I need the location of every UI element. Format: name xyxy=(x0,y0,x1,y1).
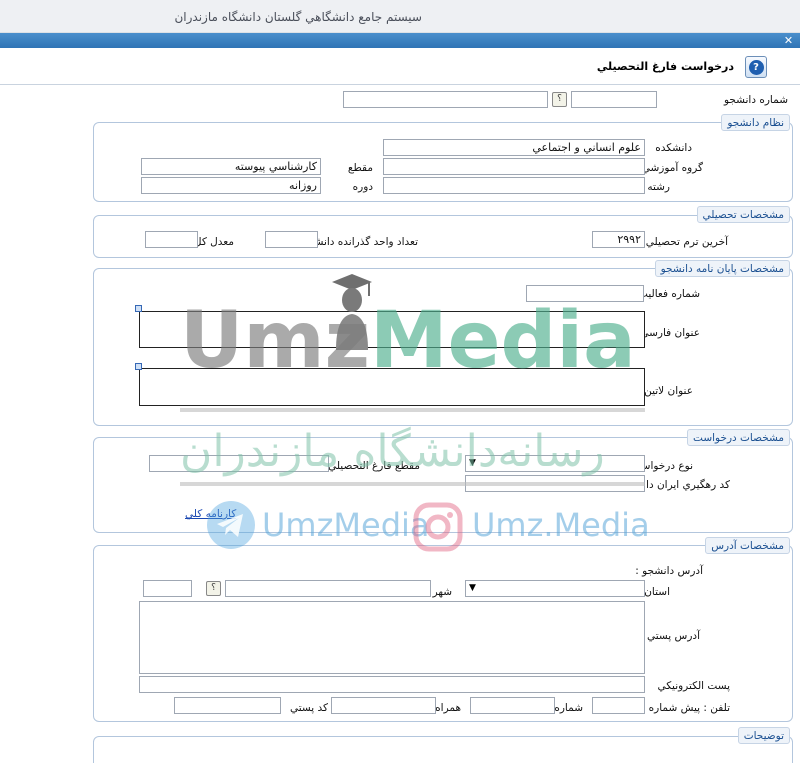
postal-address-label: آدرس پستي xyxy=(646,630,700,642)
persian-title-label: عنوان فارسي xyxy=(640,327,700,339)
thesis-legend: مشخصات پايان نامه دانشجو xyxy=(654,260,790,277)
faculty-label: دانشكده xyxy=(655,142,692,154)
postal-address-textarea[interactable] xyxy=(139,601,645,674)
activity-number-input[interactable] xyxy=(526,285,644,302)
phone-prefix-input[interactable] xyxy=(592,697,645,714)
student-name-field xyxy=(343,91,548,108)
province-select[interactable] xyxy=(465,580,645,597)
resize-handle[interactable] xyxy=(135,305,142,312)
latin-title-textarea[interactable] xyxy=(139,368,645,406)
student-address-label: آدرس دانشجو : xyxy=(635,565,703,577)
postal-code-label: كد پستي xyxy=(289,702,328,714)
field-of-study-field xyxy=(383,177,645,194)
province-label: استان xyxy=(644,586,670,598)
city-code-input[interactable] xyxy=(143,580,192,597)
city-lookup-button[interactable]: ؟ xyxy=(206,581,221,596)
city-field xyxy=(225,580,431,597)
last-term-field: ۲۹۹۲ xyxy=(592,231,645,248)
close-icon[interactable]: ✕ xyxy=(783,35,794,46)
resize-handle[interactable] xyxy=(135,363,142,370)
tracking-code-label: كد رهگيري ايران داك xyxy=(637,479,730,491)
grad-degree-label: مقطع فارغ التحصيلي xyxy=(328,460,420,472)
app-title: سيستم جامع دانشگاهي گلستان دانشگاه مازند… xyxy=(174,10,422,24)
help-button[interactable]: ? xyxy=(745,56,767,78)
units-field xyxy=(265,231,318,248)
student-id-input[interactable] xyxy=(571,91,657,108)
student-id-label: شماره دانشجو xyxy=(723,94,788,106)
phone-number-label: شماره xyxy=(554,702,583,714)
gpa-label: معدل كل xyxy=(193,236,234,248)
notes-group xyxy=(93,736,793,763)
postal-code-input[interactable] xyxy=(174,697,281,714)
grad-degree-field xyxy=(149,455,329,472)
request-legend: مشخصات درخواست xyxy=(687,429,790,446)
student-lookup-button[interactable]: ؟ xyxy=(552,92,567,107)
faculty-field: علوم انساني و اجتماعي xyxy=(383,139,645,156)
email-input[interactable] xyxy=(139,676,645,693)
city-label: شهر xyxy=(432,586,452,598)
degree-field: كارشناسي پيوسته xyxy=(141,158,321,175)
phone-prefix-label: تلفن : پيش شماره xyxy=(648,702,730,714)
notes-legend: توضيحات xyxy=(737,727,790,744)
education-system-legend: نظام دانشجو xyxy=(721,114,790,131)
course-field: روزانه xyxy=(141,177,321,194)
tracking-code-input[interactable] xyxy=(465,475,645,492)
title-divider xyxy=(0,84,800,85)
degree-label: مقطع xyxy=(347,162,373,174)
department-field xyxy=(383,158,645,175)
mobile-input[interactable] xyxy=(331,697,436,714)
academic-legend: مشخصات تحصيلي xyxy=(696,206,790,223)
chevron-down-icon: ▼ xyxy=(469,458,476,468)
address-legend: مشخصات آدرس xyxy=(705,537,790,554)
units-label: تعداد واحد گذرانده دانشجو xyxy=(302,236,418,248)
email-label: پست الكترونيكي xyxy=(657,680,730,692)
latin-title-label: عنوان لاتين xyxy=(644,385,693,397)
window-title-strip xyxy=(0,33,800,48)
mobile-label: همراه xyxy=(435,702,461,714)
gpa-field xyxy=(145,231,198,248)
last-term-label: آخرين ترم تحصيلي xyxy=(645,236,728,248)
help-icon: ? xyxy=(748,60,764,75)
request-type-select[interactable] xyxy=(465,455,645,472)
field-label: رشته xyxy=(647,181,670,193)
department-label: گروه آموزشي xyxy=(641,162,703,174)
phone-number-input[interactable] xyxy=(470,697,555,714)
activity-number-label: شماره فعاليت xyxy=(638,288,700,300)
persian-title-textarea[interactable] xyxy=(139,311,645,348)
chevron-down-icon: ▼ xyxy=(469,583,476,593)
course-label: دوره xyxy=(352,181,373,193)
transcript-link[interactable]: كارنامه كلي xyxy=(185,508,236,520)
form-title: درخواست فارغ التحصيلي xyxy=(596,60,734,73)
